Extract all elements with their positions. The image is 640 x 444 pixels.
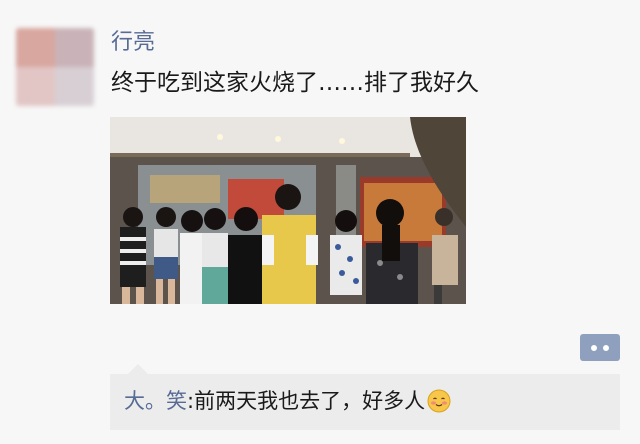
comments-section: 大。笑 : 前两天我也去了，好多人 xyxy=(110,364,620,430)
moments-post: 行亮 终于吃到这家火烧了……排了我好久 大。笑: 前两天我也去了，好多人 xyxy=(0,0,640,444)
comment-author[interactable]: 大。笑 xyxy=(124,384,187,418)
avatar[interactable] xyxy=(16,28,94,106)
comment-button[interactable] xyxy=(580,334,620,361)
more-dots-icon xyxy=(591,344,597,351)
post-author-name[interactable]: 行亮 xyxy=(111,28,155,58)
post-text: 终于吃到这家火烧了……排了我好久 xyxy=(111,70,479,96)
comment-text: 前两天我也去了，好多人 xyxy=(194,389,426,413)
post-photo[interactable] xyxy=(110,117,466,304)
smiling-blush-emoji-icon xyxy=(427,389,451,413)
comment-item[interactable]: 大。笑 : 前两天我也去了，好多人 xyxy=(124,384,451,418)
comment-separator: : xyxy=(187,389,195,413)
